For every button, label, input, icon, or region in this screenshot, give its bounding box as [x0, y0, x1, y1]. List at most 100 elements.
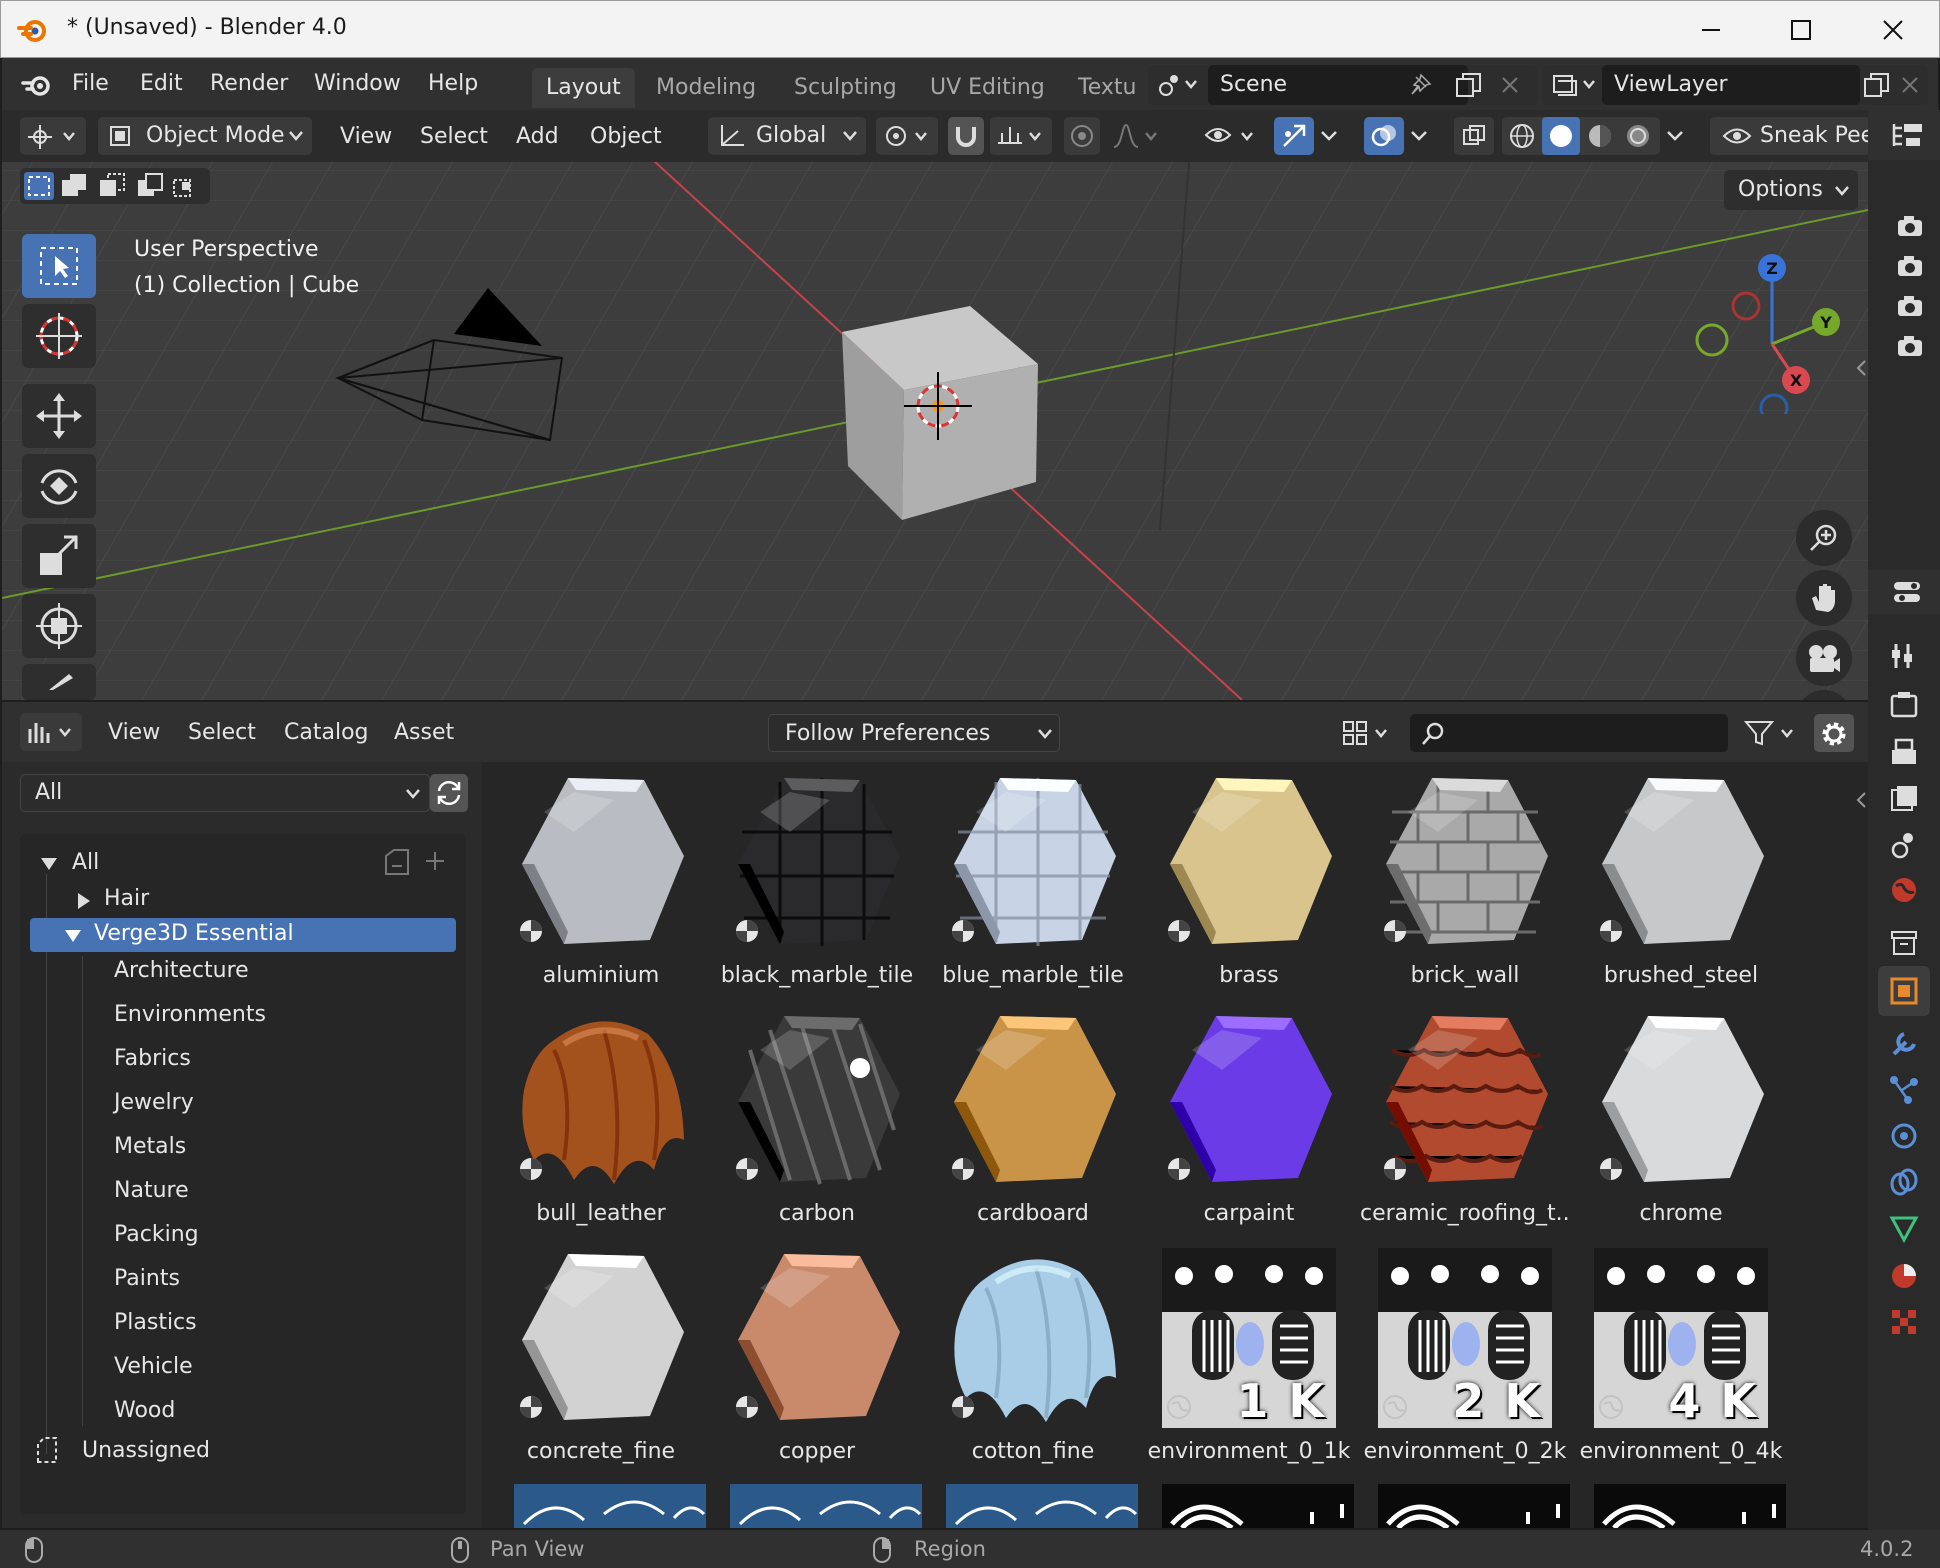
asset-tile[interactable]: black_marble_tile — [712, 768, 922, 1004]
overlays-options-chevron-icon[interactable] — [1410, 128, 1428, 144]
world-properties-icon[interactable] — [1888, 874, 1920, 906]
viewport-menu-object[interactable]: Object — [590, 124, 662, 149]
select-new-icon[interactable] — [22, 170, 56, 202]
transform-orientation-dropdown[interactable]: Global — [708, 117, 866, 155]
catalog-hair[interactable]: Hair — [104, 886, 149, 911]
disclosure-open-icon[interactable] — [40, 856, 58, 872]
asset-tile[interactable]: cotton_fine — [928, 1244, 1138, 1480]
display-mode-button[interactable] — [1338, 714, 1396, 752]
proportional-editing-toggle[interactable] — [1064, 117, 1100, 155]
asset-thumbnail-partial[interactable] — [514, 1484, 706, 1528]
tab-texture-paint[interactable]: Textu — [1064, 68, 1140, 108]
menu-render[interactable]: Render — [210, 71, 288, 96]
catalog-jewelry[interactable]: Jewelry — [114, 1090, 194, 1115]
asset-tile[interactable]: concrete_fine — [496, 1244, 706, 1480]
outliner-icon[interactable] — [1890, 122, 1924, 148]
search-field[interactable] — [1410, 714, 1728, 752]
filter-button[interactable] — [1740, 714, 1802, 752]
sidebar-collapse-chevron-icon[interactable] — [1854, 358, 1868, 378]
camera-restrict-icon[interactable] — [1896, 214, 1924, 238]
data-properties-icon[interactable] — [1888, 1212, 1920, 1244]
catalog-vehicle[interactable]: Vehicle — [114, 1354, 193, 1379]
catalog-metals[interactable]: Metals — [114, 1134, 186, 1159]
asset-tile[interactable]: 1 K environment_0_1k — [1144, 1244, 1354, 1480]
catalog-wood[interactable]: Wood — [114, 1398, 175, 1423]
cursor-tool[interactable] — [22, 304, 96, 368]
asset-tile[interactable]: bull_leather — [496, 1006, 706, 1242]
shading-options-chevron-icon[interactable] — [1666, 128, 1684, 144]
tab-modeling[interactable]: Modeling — [642, 68, 770, 108]
browser-editor-type-button[interactable] — [20, 713, 82, 751]
delete-scene-icon[interactable] — [1498, 73, 1522, 97]
select-box-tool[interactable] — [22, 234, 96, 298]
tab-sculpting[interactable]: Sculpting — [780, 68, 911, 108]
catalog-paints[interactable]: Paints — [114, 1266, 180, 1291]
asset-thumbnail-partial[interactable] — [730, 1484, 922, 1528]
catalog-verge3d-essential[interactable]: Verge3D Essential — [30, 918, 456, 952]
asset-tile[interactable]: copper — [712, 1244, 922, 1480]
browser-menu-view[interactable]: View — [108, 720, 160, 745]
close-button[interactable] — [1863, 9, 1923, 51]
asset-tile[interactable]: brushed_steel — [1576, 768, 1786, 1004]
asset-tile[interactable]: brick_wall — [1360, 768, 1570, 1004]
new-scene-icon[interactable] — [1454, 71, 1484, 99]
import-method-dropdown[interactable]: Follow Preferences — [768, 714, 1060, 752]
wireframe-shading-icon[interactable] — [1508, 122, 1536, 150]
asset-tile[interactable]: blue_marble_tile — [928, 768, 1138, 1004]
asset-thumbnail-partial[interactable] — [1594, 1484, 1786, 1528]
pan-view-button[interactable] — [1796, 570, 1852, 626]
disclosure-closed-icon[interactable] — [76, 892, 92, 910]
solid-shading-button[interactable] — [1542, 117, 1580, 155]
viewport-menu-add[interactable]: Add — [516, 124, 559, 149]
scene-properties-icon[interactable] — [1888, 828, 1920, 860]
blender-menu-icon[interactable] — [20, 70, 54, 100]
add-catalog-folder-icon[interactable] — [382, 848, 412, 876]
browser-menu-select[interactable]: Select — [188, 720, 256, 745]
rotate-tool[interactable] — [22, 454, 96, 518]
output-properties-icon[interactable] — [1888, 736, 1920, 768]
rendered-shading-icon[interactable] — [1624, 122, 1652, 150]
collection-properties-icon[interactable] — [1888, 926, 1920, 958]
select-subtract-icon[interactable] — [98, 172, 128, 200]
catalog-unassigned[interactable]: Unassigned — [82, 1438, 210, 1463]
delete-view-layer-icon[interactable] — [1898, 73, 1922, 97]
asset-tile[interactable]: 4 K environment_0_4k — [1576, 1244, 1786, 1480]
minimize-button[interactable] — [1681, 9, 1741, 51]
xray-toggle[interactable] — [1454, 117, 1494, 155]
physics-properties-icon[interactable] — [1888, 1120, 1920, 1152]
gizmo-toggle[interactable] — [1274, 117, 1314, 155]
asset-library-dropdown[interactable]: All — [20, 774, 430, 812]
asset-thumbnail-partial[interactable] — [1378, 1484, 1570, 1528]
render-properties-icon[interactable] — [1888, 688, 1920, 720]
browser-menu-asset[interactable]: Asset — [394, 720, 454, 745]
asset-tile[interactable]: ceramic_roofing_t... — [1360, 1006, 1570, 1242]
overlays-toggle[interactable] — [1364, 117, 1404, 155]
transform-tool[interactable] — [22, 594, 96, 658]
select-difference-icon[interactable] — [136, 172, 166, 200]
catalog-root[interactable]: All — [72, 850, 99, 875]
refresh-library-button[interactable] — [430, 774, 468, 812]
material-preview-icon[interactable] — [1586, 122, 1614, 150]
camera-restrict-icon[interactable] — [1896, 334, 1924, 358]
object-mode-dropdown[interactable]: Object Mode — [98, 117, 312, 155]
zoom-view-button[interactable] — [1796, 510, 1852, 566]
falloff-button[interactable] — [1106, 117, 1168, 155]
catalog-environments[interactable]: Environments — [114, 1002, 266, 1027]
navigation-gizmo[interactable]: Z Y X — [1682, 234, 1862, 414]
asset-tile[interactable]: carpaint — [1144, 1006, 1354, 1242]
camera-view-button[interactable] — [1796, 630, 1852, 686]
gizmo-options-chevron-icon[interactable] — [1320, 128, 1338, 144]
catalog-packing[interactable]: Packing — [114, 1222, 199, 1247]
annotate-tool[interactable] — [22, 664, 96, 700]
browser-menu-catalog[interactable]: Catalog — [284, 720, 369, 745]
scale-tool[interactable] — [22, 524, 96, 588]
camera-restrict-icon[interactable] — [1896, 254, 1924, 278]
asset-tile[interactable]: carbon — [712, 1006, 922, 1242]
texture-properties-icon[interactable] — [1888, 1306, 1920, 1338]
snap-toggle[interactable] — [948, 117, 984, 155]
modifier-properties-icon[interactable] — [1888, 1028, 1920, 1060]
menu-window[interactable]: Window — [314, 71, 401, 96]
asset-tile[interactable]: cardboard — [928, 1006, 1138, 1242]
view-layer-properties-icon[interactable] — [1888, 782, 1920, 814]
asset-thumbnail-partial[interactable] — [946, 1484, 1138, 1528]
